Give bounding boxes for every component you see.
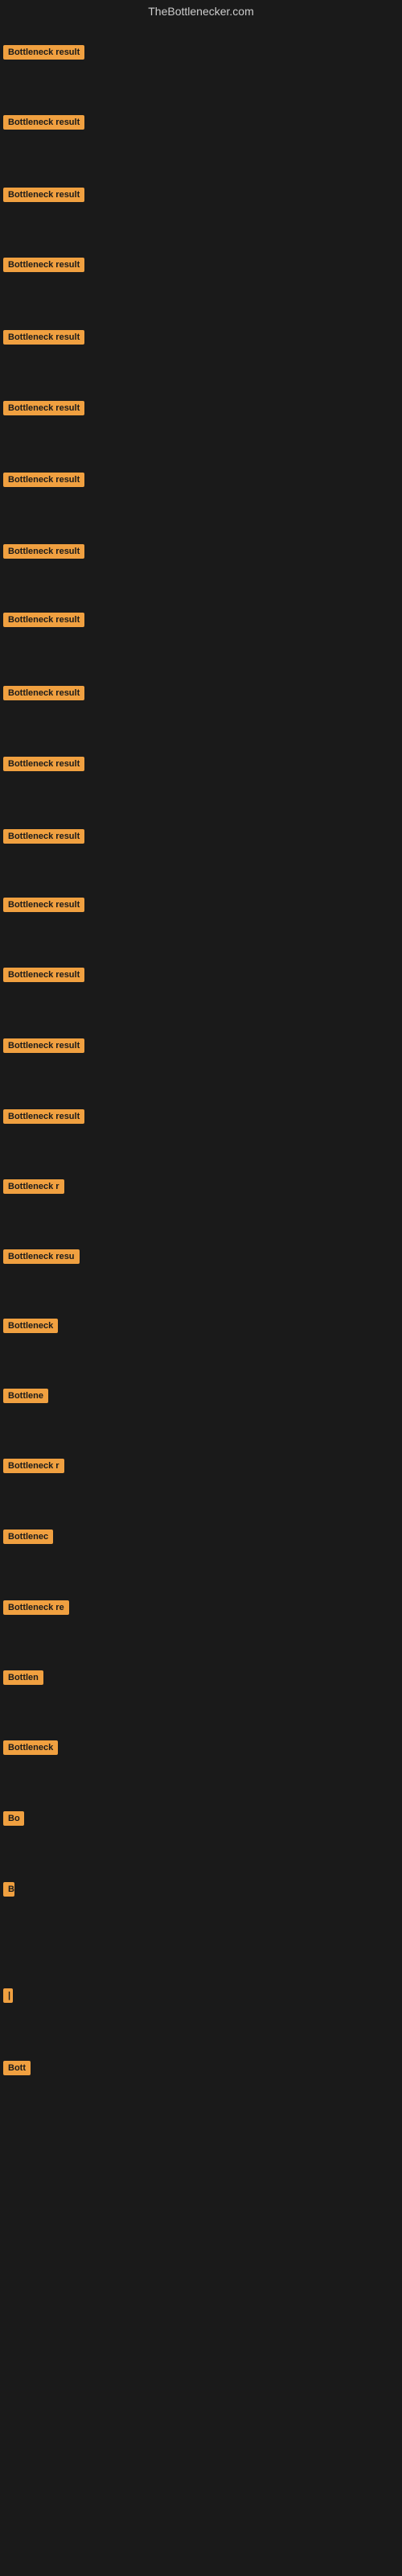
badge-25-label: Bottleneck <box>3 1740 58 1755</box>
badge-23: Bottleneck re <box>3 1600 69 1619</box>
badge-14-label: Bottleneck result <box>3 968 84 982</box>
badge-21-label: Bottleneck r <box>3 1459 64 1473</box>
badge-12-label: Bottleneck result <box>3 829 84 844</box>
badge-15: Bottleneck result <box>3 1038 84 1057</box>
badge-26: Bo <box>3 1811 24 1830</box>
badge-19: Bottleneck <box>3 1319 58 1337</box>
badge-10-label: Bottleneck result <box>3 686 84 700</box>
badge-13-label: Bottleneck result <box>3 898 84 912</box>
badge-1-label: Bottleneck result <box>3 45 84 60</box>
badge-6-label: Bottleneck result <box>3 401 84 415</box>
badge-28: | <box>3 1988 13 2007</box>
badge-20-label: Bottlene <box>3 1389 48 1403</box>
site-title: TheBottlenecker.com <box>0 0 402 23</box>
badge-2: Bottleneck result <box>3 115 84 134</box>
badge-7-label: Bottleneck result <box>3 473 84 487</box>
badge-24: Bottlen <box>3 1670 43 1689</box>
badge-9-label: Bottleneck result <box>3 613 84 627</box>
badge-18-label: Bottleneck resu <box>3 1249 80 1264</box>
badge-21: Bottleneck r <box>3 1459 64 1477</box>
badge-6: Bottleneck result <box>3 401 84 419</box>
badge-8-label: Bottleneck result <box>3 544 84 559</box>
badge-9: Bottleneck result <box>3 613 84 631</box>
badge-16: Bottleneck result <box>3 1109 84 1128</box>
badge-11-label: Bottleneck result <box>3 757 84 771</box>
badge-5: Bottleneck result <box>3 330 84 349</box>
badge-29-label: Bott <box>3 2061 31 2075</box>
badge-25: Bottleneck <box>3 1740 58 1759</box>
badge-3-label: Bottleneck result <box>3 188 84 202</box>
badge-3: Bottleneck result <box>3 188 84 206</box>
badge-12: Bottleneck result <box>3 829 84 848</box>
badge-4-label: Bottleneck result <box>3 258 84 272</box>
badge-17-label: Bottleneck r <box>3 1179 64 1194</box>
badge-22: Bottlenec <box>3 1530 53 1548</box>
badge-8: Bottleneck result <box>3 544 84 563</box>
badge-15-label: Bottleneck result <box>3 1038 84 1053</box>
badge-14: Bottleneck result <box>3 968 84 986</box>
badge-27-label: B <box>3 1882 14 1897</box>
badge-19-label: Bottleneck <box>3 1319 58 1333</box>
badge-18: Bottleneck resu <box>3 1249 80 1268</box>
badge-29: Bott <box>3 2061 31 2079</box>
badge-4: Bottleneck result <box>3 258 84 276</box>
badge-11: Bottleneck result <box>3 757 84 775</box>
site-title-text: TheBottlenecker.com <box>148 5 254 18</box>
badge-20: Bottlene <box>3 1389 48 1407</box>
badge-16-label: Bottleneck result <box>3 1109 84 1124</box>
badge-28-label: | <box>3 1988 13 2003</box>
badge-13: Bottleneck result <box>3 898 84 916</box>
badge-24-label: Bottlen <box>3 1670 43 1685</box>
badge-22-label: Bottlenec <box>3 1530 53 1544</box>
badge-2-label: Bottleneck result <box>3 115 84 130</box>
badge-26-label: Bo <box>3 1811 24 1826</box>
badge-7: Bottleneck result <box>3 473 84 491</box>
badge-17: Bottleneck r <box>3 1179 64 1198</box>
badge-10: Bottleneck result <box>3 686 84 704</box>
badge-1: Bottleneck result <box>3 45 84 64</box>
badge-23-label: Bottleneck re <box>3 1600 69 1615</box>
badge-27: B <box>3 1882 14 1901</box>
badge-5-label: Bottleneck result <box>3 330 84 345</box>
